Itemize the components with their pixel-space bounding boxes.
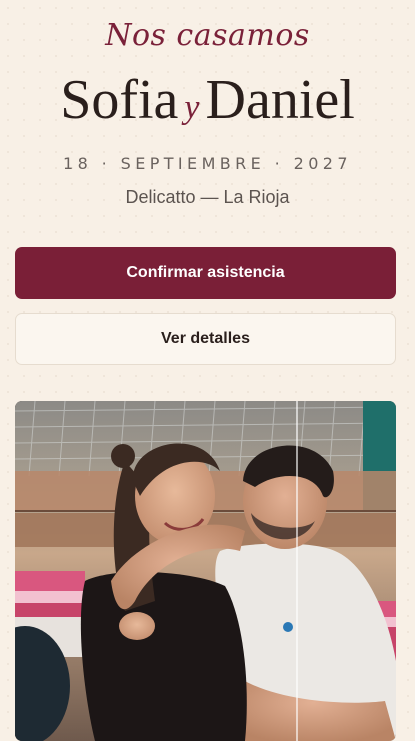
couple-photo bbox=[15, 401, 396, 741]
names-conjunction: y bbox=[184, 89, 200, 126]
couple-names: Sofia y Daniel bbox=[0, 68, 415, 140]
view-details-button[interactable]: Ver detalles bbox=[15, 313, 396, 365]
hero-kicker: Nos casamos bbox=[105, 18, 310, 53]
name-two: Daniel bbox=[205, 69, 355, 131]
wedding-venue: Delicatto — La Rioja bbox=[125, 187, 290, 207]
name-one: Sofia bbox=[60, 69, 179, 131]
wedding-date: 18 · SEPTIEMBRE · 2027 bbox=[63, 154, 352, 173]
confirm-attendance-button[interactable]: Confirmar asistencia bbox=[15, 247, 396, 299]
